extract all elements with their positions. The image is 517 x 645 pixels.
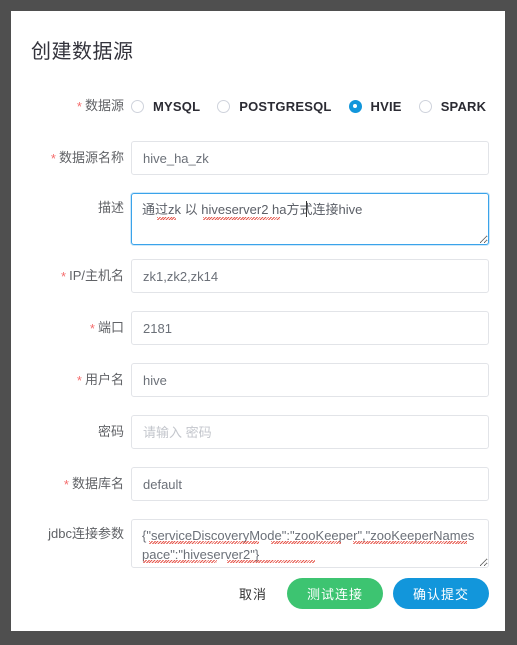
label-host: * IP/主机名 [11,259,124,294]
required-marker: * [89,320,95,336]
form-row-description: 描述 通过zk 以 hiveserver2 ha方式连接hive [11,193,505,257]
submit-button[interactable]: 确认提交 [392,577,489,609]
control-database [131,467,489,501]
radio-circle-icon [131,99,144,113]
radio-option-spark[interactable]: SPARK [418,98,487,114]
datasource-name-input[interactable] [131,141,489,175]
form-row-port: * 端口 [11,311,505,363]
database-input[interactable] [131,467,489,501]
text-caret [306,201,307,217]
radio-circle-icon [418,99,432,113]
form-row-datasource-name: * 数据源名称 [11,141,505,193]
label-description: 描述 [11,193,124,223]
radio-label-hvie: HVIE [370,98,402,114]
control-port [131,311,489,345]
test-connection-button[interactable]: 测试连接 [286,577,383,609]
username-input[interactable] [131,363,489,397]
dialog-footer: 取消 测试连接 确认提交 [11,576,505,610]
jdbc-params-textarea[interactable]: {"serviceDiscoveryMode":"zooKeeper","zoo… [131,519,489,568]
label-username: * 用户名 [11,363,124,398]
radio-option-hvie[interactable]: HVIE [348,98,402,114]
radio-circle-checked-icon [348,99,362,113]
label-database: * 数据库名 [11,467,124,502]
control-host [131,259,489,293]
label-jdbc-params-text: jdbc连接参数 [48,526,124,541]
radio-label-spark: SPARK [440,98,487,114]
description-textarea[interactable]: 通过zk 以 hiveserver2 ha方式连接hive [131,193,489,245]
create-datasource-dialog: 创建数据源 * 数据源 MYSQL POSTGRESQL HVIE SPARK … [11,11,505,631]
label-password: 密码 [11,415,124,449]
cancel-button[interactable]: 取消 [231,578,275,608]
label-datasource-name: * 数据源名称 [11,141,124,176]
host-input[interactable] [131,259,489,293]
required-marker: * [63,476,69,492]
label-database-text: 数据库名 [71,476,124,491]
control-jdbc-params: {"serviceDiscoveryMode":"zooKeeper","zoo… [131,519,489,573]
required-marker: * [76,372,82,388]
radio-label-postgresql: POSTGRESQL [239,98,332,114]
radio-option-mysql[interactable]: MYSQL [131,99,200,114]
password-input[interactable] [131,415,489,449]
label-username-text: 用户名 [84,372,124,387]
form-row-database: * 数据库名 [11,467,505,519]
radio-circle-icon [217,99,231,113]
radio-option-postgresql[interactable]: POSTGRESQL [217,99,331,114]
form-row-jdbc-params: jdbc连接参数 {"serviceDiscoveryMode":"zooKee… [11,519,505,579]
datasource-form: * 数据源 MYSQL POSTGRESQL HVIE SPARK * 数据源名… [11,89,505,579]
control-description: 通过zk 以 hiveserver2 ha方式连接hive [131,193,489,250]
app-root: 创建数据源 * 数据源 MYSQL POSTGRESQL HVIE SPARK … [0,0,517,645]
label-port: * 端口 [11,311,124,346]
label-description-text: 描述 [97,200,124,215]
label-datasource-type: * 数据源 [11,89,124,124]
control-username [131,363,489,397]
port-input[interactable] [131,311,489,345]
page-title: 创建数据源 [31,41,134,63]
required-marker: * [76,98,82,114]
form-row-host: * IP/主机名 [11,259,505,311]
control-password [131,415,489,449]
required-marker: * [50,150,56,166]
label-password-text: 密码 [97,424,124,439]
required-marker: * [61,268,67,284]
form-row-username: * 用户名 [11,363,505,415]
form-row-password: 密码 [11,415,505,467]
label-host-text: IP/主机名 [69,268,124,283]
control-datasource-name [131,141,489,175]
label-datasource-type-text: 数据源 [84,98,124,113]
radio-label-mysql: MYSQL [153,98,201,114]
label-jdbc-params: jdbc连接参数 [11,519,124,549]
control-datasource-type: MYSQL POSTGRESQL HVIE SPARK [131,89,489,123]
label-port-text: 端口 [97,320,124,335]
label-datasource-name-text: 数据源名称 [58,150,124,165]
datasource-type-radio-group: MYSQL POSTGRESQL HVIE SPARK [131,89,489,123]
form-row-datasource-type: * 数据源 MYSQL POSTGRESQL HVIE SPARK [11,89,505,141]
